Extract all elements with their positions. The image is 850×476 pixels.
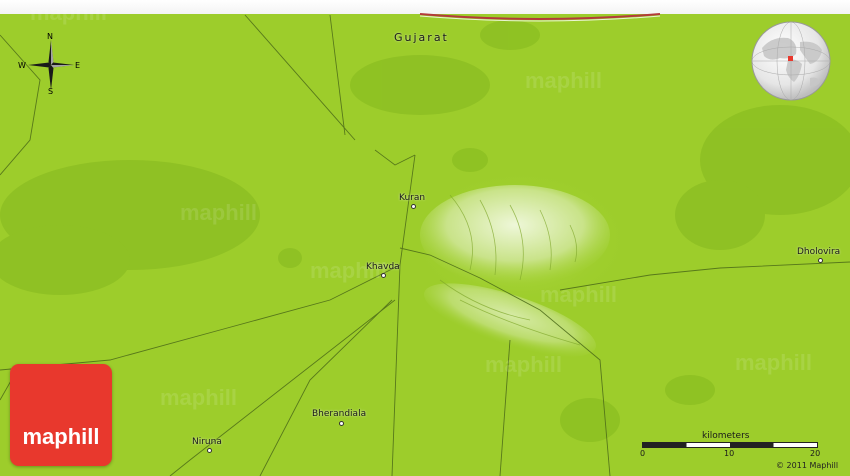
scale-tick-0: 0 xyxy=(640,449,646,458)
watermark: maphill xyxy=(485,352,563,377)
watermark: maphill xyxy=(525,68,603,93)
compass-n-label: N xyxy=(47,32,53,41)
place-marker-dholavira[interactable] xyxy=(818,258,823,263)
compass-w-label: W xyxy=(18,61,26,70)
place-label-dholavira[interactable]: Dholovira xyxy=(797,247,840,257)
region-label-gujarat: Gujarat xyxy=(394,31,449,44)
place-marker-kuran[interactable] xyxy=(411,204,416,209)
place-marker-niruna[interactable] xyxy=(207,448,212,453)
watermark: maphill xyxy=(30,0,108,25)
place-marker-bherandiala[interactable] xyxy=(339,421,344,426)
place-label-kuran[interactable]: Kuran xyxy=(399,193,425,203)
physical-map[interactable]: maphill maphill maphill maphill maphill … xyxy=(0,0,850,476)
terrain-layer xyxy=(0,0,850,476)
compass-e-label: E xyxy=(75,61,81,70)
scale-title: kilometers xyxy=(702,431,750,441)
scale-tick-10: 10 xyxy=(724,449,735,458)
place-label-khavda[interactable]: Khavda xyxy=(366,262,400,272)
watermark: maphill xyxy=(160,385,238,410)
place-label-bherandiala[interactable]: Bherandiala xyxy=(312,409,366,419)
scale-tick-20: 20 xyxy=(810,449,821,458)
scale-bar-graphic xyxy=(642,442,818,448)
watermark: maphill xyxy=(180,200,258,225)
logo-text: maphill xyxy=(22,424,100,449)
watermark: maphill xyxy=(735,350,813,375)
place-label-niruna[interactable]: Niruna xyxy=(192,437,222,447)
scale-bar: kilometers 0 10 20 xyxy=(640,431,821,462)
globe-locator-icon[interactable] xyxy=(750,20,832,102)
compass-s-label: S xyxy=(48,87,54,96)
compass-rose-icon: N S E W xyxy=(14,32,84,98)
watermark: maphill xyxy=(540,282,618,307)
copyright-notice: © 2011 Maphill xyxy=(776,461,839,470)
maphill-logo[interactable]: maphill xyxy=(10,364,112,466)
place-marker-khavda[interactable] xyxy=(381,273,386,278)
